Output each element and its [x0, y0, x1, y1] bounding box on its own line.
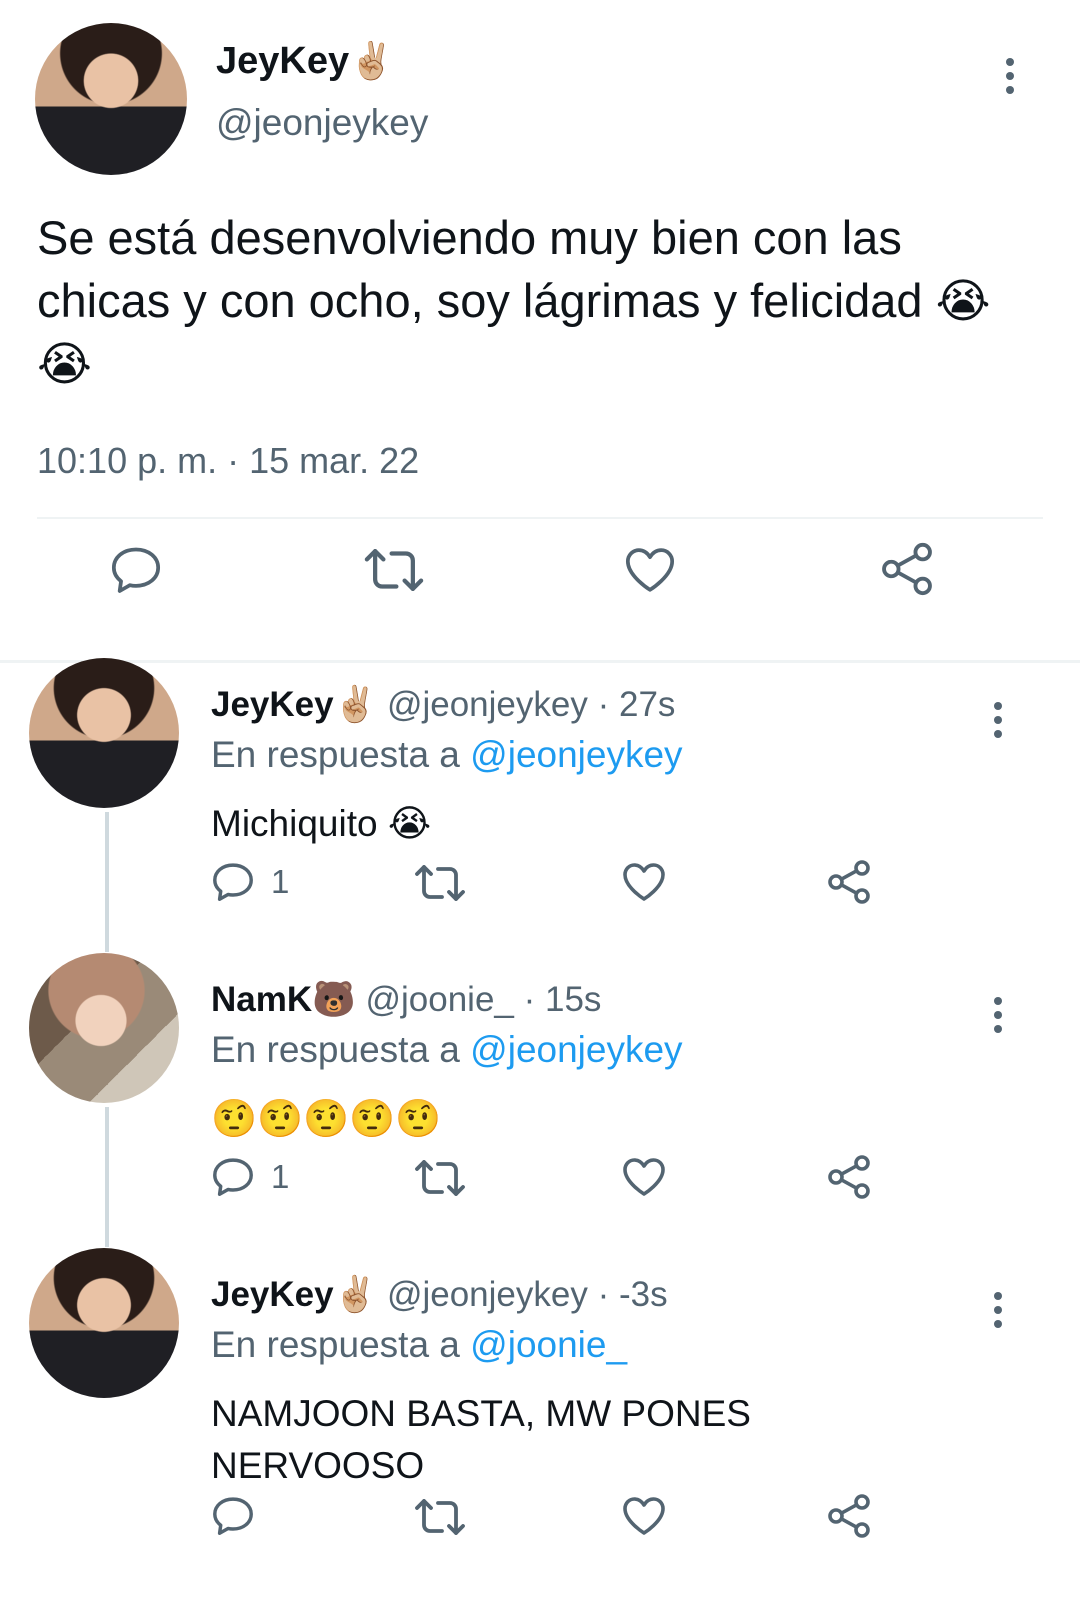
like-icon[interactable]	[620, 1153, 668, 1201]
crying-emoji: 😭	[387, 803, 432, 844]
in-reply-handle-link[interactable]: @joonie_	[470, 1324, 627, 1365]
avatar[interactable]	[29, 1248, 179, 1398]
tweet-text: Se está desenvolviendo muy bien con las …	[37, 206, 1037, 395]
share-icon[interactable]	[825, 858, 873, 906]
avatar[interactable]	[29, 953, 179, 1103]
tweet-timestamp[interactable]: 10:10 p. m. · 15 mar. 22	[37, 440, 419, 482]
reply-time[interactable]: · -3s	[598, 1275, 668, 1314]
tweet-text-body: Se está desenvolviendo muy bien con las …	[37, 211, 923, 327]
author-handle[interactable]: @jeonjeykey	[387, 1275, 588, 1314]
reply-time[interactable]: · 27s	[598, 685, 676, 724]
share-icon[interactable]	[878, 540, 936, 598]
in-reply-to: En respuesta a @jeonjeykey	[211, 734, 683, 776]
victory-hand-emoji: ✌🏼	[333, 685, 378, 724]
victory-hand-emoji: ✌🏼	[333, 1275, 378, 1314]
reply-icon[interactable]	[210, 1493, 256, 1539]
more-options-icon[interactable]	[988, 700, 1008, 740]
more-options-icon[interactable]	[988, 995, 1008, 1035]
author-name-text: JeyKey	[216, 40, 350, 82]
in-reply-handle-link[interactable]: @jeonjeykey	[470, 734, 682, 775]
like-icon[interactable]	[620, 1492, 668, 1540]
reply-time[interactable]: · 15s	[524, 980, 602, 1019]
author-handle[interactable]: @joonie_	[365, 980, 513, 1019]
raised-eyebrow-emoji: 🤨🤨🤨🤨🤨	[211, 1098, 442, 1139]
avatar[interactable]	[29, 658, 179, 808]
bear-emoji: 🐻	[312, 980, 356, 1019]
reply-text-body: Michiquito	[211, 803, 378, 844]
reply-header: JeyKey✌🏼 @jeonjeykey · -3s	[211, 1274, 668, 1315]
like-icon[interactable]	[622, 542, 678, 598]
reply-count: 1	[271, 863, 290, 900]
reply-icon[interactable]	[210, 1154, 256, 1200]
reply-tweet[interactable]: NamK🐻 @joonie_ · 15s En respuesta a @jeo…	[0, 953, 1080, 1252]
reply-icon[interactable]	[210, 859, 256, 905]
reply-text: Michiquito 😭	[211, 798, 991, 850]
in-reply-to: En respuesta a @joonie_	[211, 1324, 627, 1366]
author-name[interactable]: JeyKey	[211, 685, 334, 724]
reply-tweet[interactable]: JeyKey✌🏼 @jeonjeykey · -3s En respuesta …	[0, 1248, 1080, 1623]
in-reply-label: En respuesta a	[211, 1029, 460, 1070]
share-icon[interactable]	[825, 1492, 873, 1540]
reply-icon[interactable]	[108, 542, 164, 598]
reply-header: NamK🐻 @joonie_ · 15s	[211, 979, 601, 1020]
share-icon[interactable]	[825, 1153, 873, 1201]
author-name[interactable]: NamK	[211, 980, 312, 1019]
more-options-icon[interactable]	[988, 1290, 1008, 1330]
main-tweet: JeyKey✌🏼 @jeonjeykey Se está desenvolvie…	[0, 0, 1080, 662]
in-reply-handle-link[interactable]: @jeonjeykey	[470, 1029, 682, 1070]
reply-text: NAMJOON BASTA, MW PONES NERVOOSO	[211, 1393, 751, 1486]
retweet-icon[interactable]	[361, 544, 427, 596]
reply-tweet[interactable]: JeyKey✌🏼 @jeonjeykey · 27s En respuesta …	[0, 658, 1080, 957]
retweet-icon[interactable]	[412, 1156, 468, 1200]
retweet-icon[interactable]	[412, 1495, 468, 1539]
author-name[interactable]: JeyKey✌🏼	[216, 40, 394, 83]
author-name[interactable]: JeyKey	[211, 1275, 334, 1314]
in-reply-label: En respuesta a	[211, 1324, 460, 1365]
divider	[37, 517, 1043, 519]
retweet-icon[interactable]	[412, 861, 468, 905]
victory-hand-emoji: ✌🏼	[349, 40, 394, 81]
author-handle[interactable]: @jeonjeykey	[216, 102, 428, 144]
author-handle[interactable]: @jeonjeykey	[387, 685, 588, 724]
reply-text: 🤨🤨🤨🤨🤨	[211, 1093, 991, 1145]
in-reply-to: En respuesta a @jeonjeykey	[211, 1029, 683, 1071]
avatar[interactable]	[35, 23, 187, 175]
reply-count: 1	[271, 1158, 290, 1195]
more-options-icon[interactable]	[1000, 56, 1020, 96]
in-reply-label: En respuesta a	[211, 734, 460, 775]
reply-header: JeyKey✌🏼 @jeonjeykey · 27s	[211, 684, 675, 725]
like-icon[interactable]	[620, 858, 668, 906]
